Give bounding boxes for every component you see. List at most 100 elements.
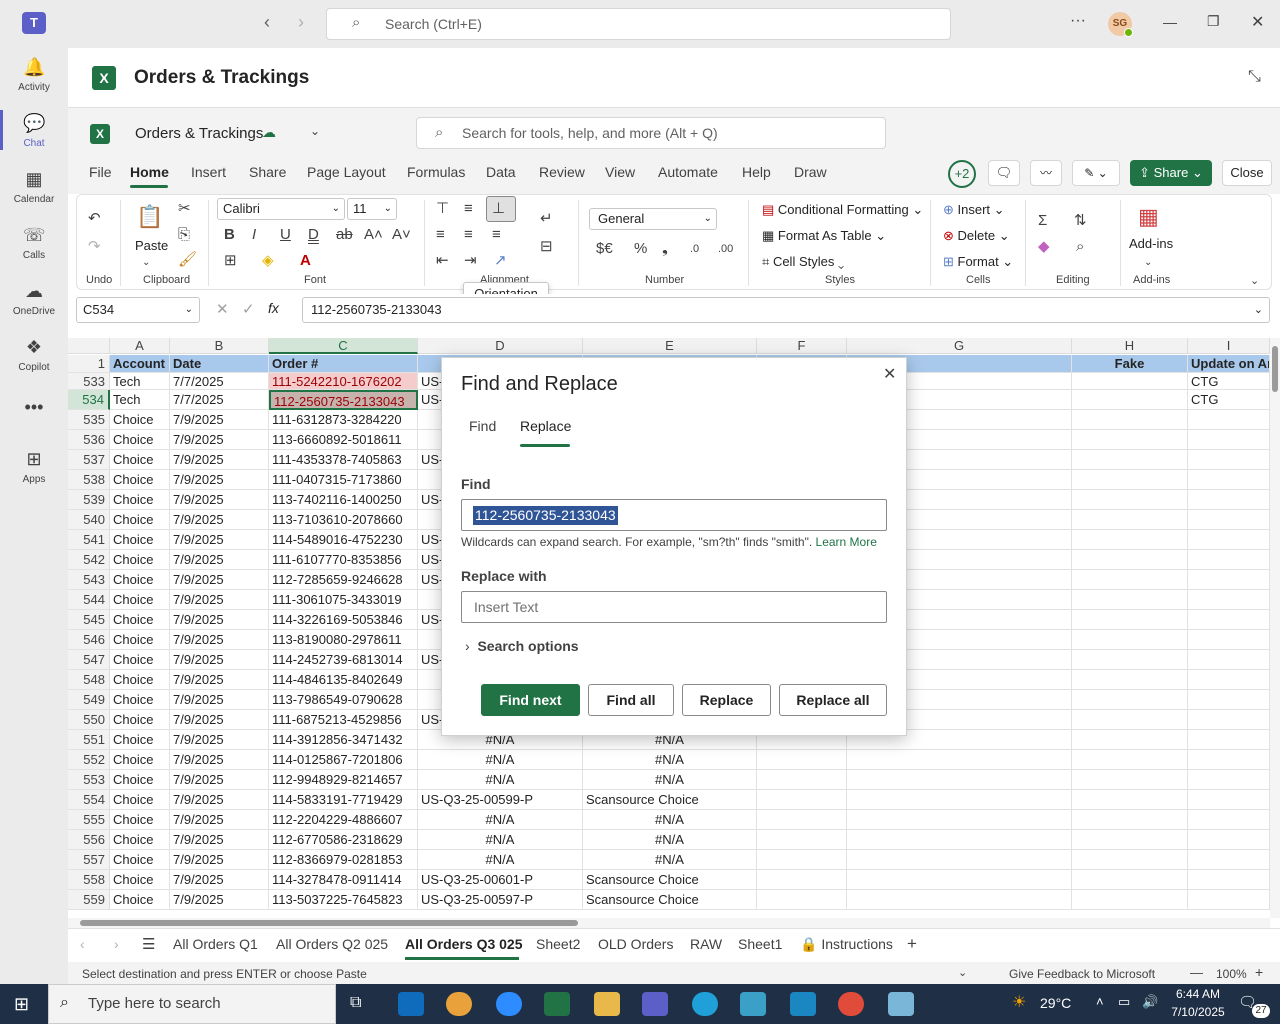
table-cell[interactable]: 7/9/2025 — [170, 590, 269, 610]
table-cell[interactable] — [1188, 850, 1270, 870]
row-header[interactable]: 547 — [68, 650, 110, 670]
table-cell[interactable]: Choice — [110, 790, 170, 810]
underline-icon[interactable]: U — [280, 226, 291, 244]
add-sheet-icon[interactable]: + — [907, 934, 917, 954]
table-cell[interactable]: #N/A — [418, 810, 583, 830]
table-cell[interactable]: 7/9/2025 — [170, 530, 269, 550]
table-cell[interactable] — [1188, 590, 1270, 610]
table-cell[interactable]: Choice — [110, 890, 170, 910]
number-format-select[interactable]: General ⌄ — [589, 208, 717, 230]
table-cell[interactable]: 7/9/2025 — [170, 430, 269, 450]
table-cell[interactable] — [1072, 590, 1188, 610]
search-options-toggle[interactable]: › Search options — [465, 638, 579, 654]
row-header[interactable]: 556 — [68, 830, 110, 850]
table-cell[interactable]: 7/9/2025 — [170, 870, 269, 890]
table-cell[interactable] — [1188, 750, 1270, 770]
table-cell[interactable]: Choice — [110, 530, 170, 550]
table-cell[interactable]: 112-9948929-8214657 — [269, 770, 418, 790]
align-left-icon[interactable]: ≡ — [436, 226, 445, 244]
table-cell[interactable]: 113-7986549-0790628 — [269, 690, 418, 710]
grow-font-icon[interactable]: A˄ — [364, 226, 383, 244]
clock-date[interactable]: 7/10/2025 — [1168, 1005, 1228, 1019]
table-cell[interactable] — [757, 750, 847, 770]
table-cell[interactable]: 114-2452739-6813014 — [269, 650, 418, 670]
fx-icon[interactable]: fx — [268, 300, 279, 316]
table-cell[interactable]: Scansource Choice — [583, 870, 757, 890]
table-cell[interactable] — [1072, 770, 1188, 790]
table-cell[interactable] — [1188, 550, 1270, 570]
table-cell[interactable]: Tech — [110, 390, 170, 410]
table-cell[interactable]: Choice — [110, 490, 170, 510]
formula-input[interactable]: 112-2560735-2133043 ⌄ — [302, 297, 1270, 323]
row-header[interactable]: 540 — [68, 510, 110, 530]
copy-icon[interactable]: ⎘ — [178, 226, 190, 244]
font-size-select[interactable]: 11 ⌄ — [347, 198, 397, 220]
table-cell[interactable] — [1072, 550, 1188, 570]
table-cell[interactable]: Choice — [110, 730, 170, 750]
align-right-icon[interactable]: ≡ — [492, 226, 501, 244]
chevron-down-icon[interactable]: ⌄ — [142, 254, 150, 272]
table-cell[interactable] — [757, 850, 847, 870]
table-cell[interactable]: 7/9/2025 — [170, 450, 269, 470]
table-cell[interactable] — [847, 810, 1072, 830]
tab-data[interactable]: Data — [486, 164, 516, 180]
table-cell[interactable]: Choice — [110, 510, 170, 530]
percent-icon[interactable]: % — [634, 240, 647, 258]
edge-icon[interactable] — [692, 992, 718, 1016]
table-cell[interactable]: #N/A — [583, 810, 757, 830]
table-cell[interactable]: Scansource Choice — [583, 790, 757, 810]
all-sheets-icon[interactable]: ☰ — [142, 935, 155, 953]
addins-icon[interactable]: ▦ — [1138, 204, 1159, 230]
table-cell[interactable] — [1188, 810, 1270, 830]
table-cell[interactable]: 111-0407315-7173860 — [269, 470, 418, 490]
row-header[interactable]: 537 — [68, 450, 110, 470]
cancel-entry-icon[interactable]: ✕ — [216, 300, 229, 318]
tab-replace[interactable]: Replace — [520, 418, 571, 434]
table-cell[interactable]: Scansource Choice — [583, 890, 757, 910]
minimize-icon[interactable]: — — [1163, 14, 1177, 30]
table-cell[interactable] — [757, 870, 847, 890]
row-header[interactable]: 552 — [68, 750, 110, 770]
table-cell[interactable] — [1072, 510, 1188, 530]
rail-calls[interactable]: ☏ Calls — [0, 224, 68, 261]
chrome-profile-icon[interactable] — [838, 992, 864, 1016]
scroll-thumb[interactable] — [80, 920, 578, 926]
table-cell[interactable] — [1072, 410, 1188, 430]
table-cell[interactable] — [757, 810, 847, 830]
weather-icon[interactable]: ☀ — [1012, 992, 1026, 1012]
cell-styles-button[interactable]: ⌗ Cell Styles ⌄ — [762, 254, 844, 270]
table-cell[interactable]: 7/9/2025 — [170, 550, 269, 570]
select-all-corner[interactable] — [68, 338, 110, 354]
zoom-icon[interactable] — [496, 992, 522, 1016]
table-cell[interactable]: 112-7285659-9246628 — [269, 570, 418, 590]
row-header[interactable]: 535 — [68, 410, 110, 430]
align-middle-icon[interactable]: ≡ — [464, 200, 473, 218]
horizontal-scrollbar[interactable] — [68, 918, 1270, 928]
tab-share[interactable]: Share — [249, 164, 286, 180]
rail-apps[interactable]: ⊞ Apps — [0, 448, 68, 485]
row-header[interactable]: 544 — [68, 590, 110, 610]
chevron-down-icon[interactable]: ⌄ — [310, 124, 320, 138]
collapse-icon[interactable]: ⤡ — [1248, 68, 1261, 86]
volume-icon[interactable]: 🔊 — [1142, 994, 1158, 1010]
currency-icon[interactable]: $€ — [596, 240, 613, 258]
column-header[interactable]: E — [583, 338, 757, 354]
teams-logo-icon[interactable]: T — [22, 12, 46, 34]
rail-copilot[interactable]: ❖ Copilot — [0, 336, 68, 373]
sheet-tab[interactable]: RAW — [690, 936, 722, 952]
table-cell[interactable] — [1188, 570, 1270, 590]
table-cell[interactable]: 7/9/2025 — [170, 510, 269, 530]
undo-icon[interactable]: ↶ — [88, 210, 101, 228]
table-cell[interactable] — [1188, 610, 1270, 630]
table-cell[interactable]: 7/9/2025 — [170, 830, 269, 850]
sheet-tab-active[interactable]: All Orders Q3 025 — [405, 936, 523, 952]
table-cell[interactable]: Choice — [110, 570, 170, 590]
table-cell[interactable]: 111-6312873-3284220 — [269, 410, 418, 430]
row-header[interactable]: 548 — [68, 670, 110, 690]
table-cell[interactable]: 7/9/2025 — [170, 750, 269, 770]
chevron-down-icon[interactable]: ⌄ — [1144, 254, 1152, 272]
table-cell[interactable] — [1188, 770, 1270, 790]
table-cell[interactable]: 114-3278478-0911414 — [269, 870, 418, 890]
table-cell[interactable]: Tech — [110, 373, 170, 390]
table-cell[interactable]: 7/9/2025 — [170, 670, 269, 690]
